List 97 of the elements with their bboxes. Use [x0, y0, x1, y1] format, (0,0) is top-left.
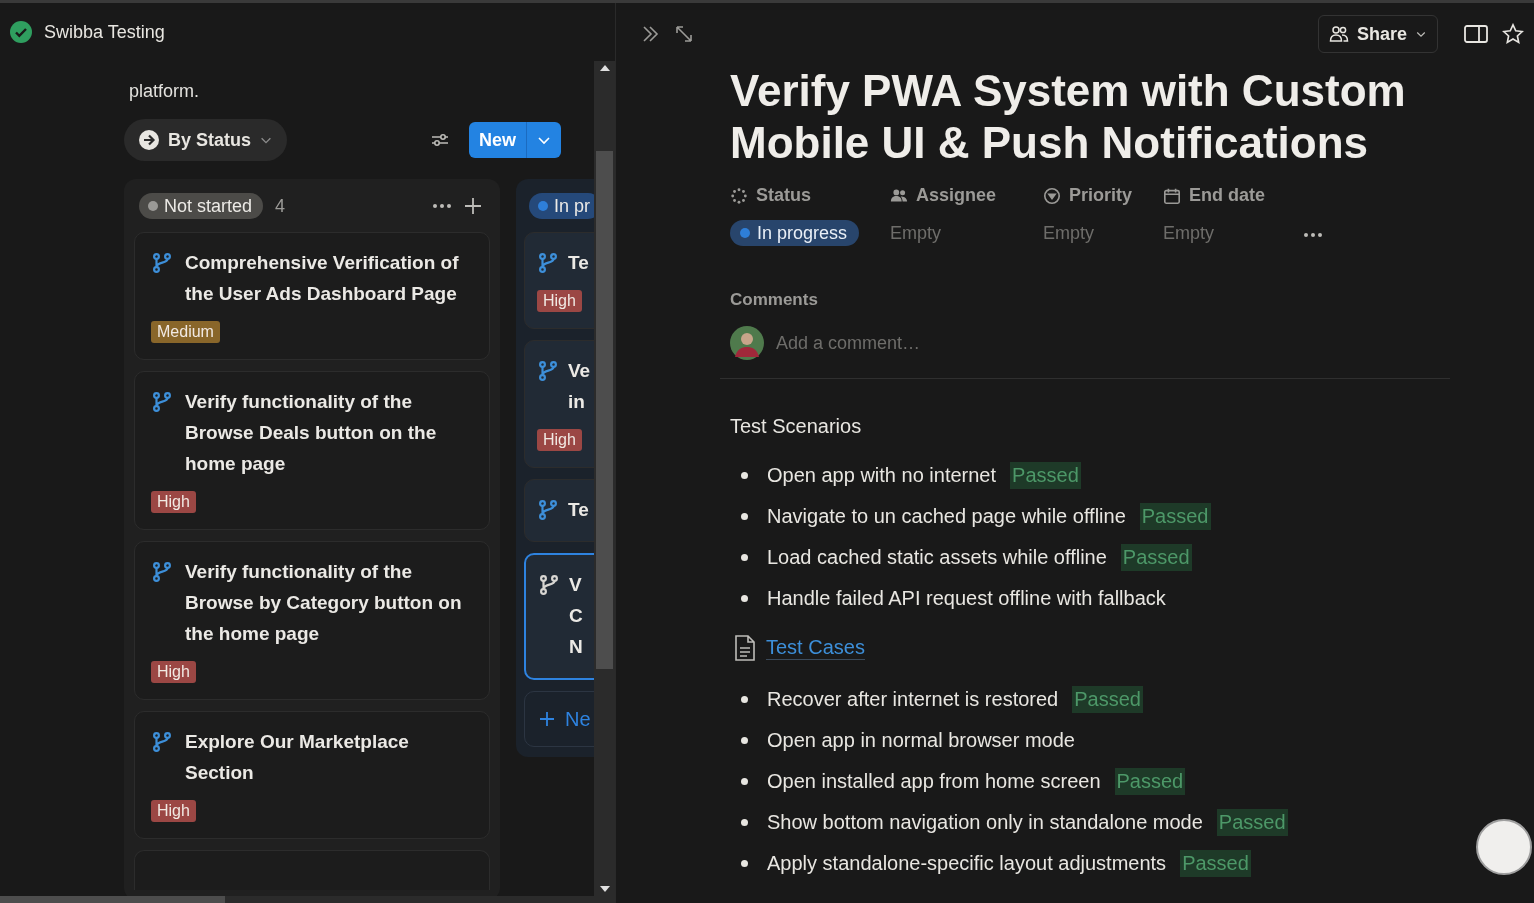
comments-label: Comments [730, 290, 819, 310]
card-title: Ve [568, 359, 591, 383]
card-title: Comprehensive Verification of the User Ads Dashboard Page [185, 251, 460, 306]
branch-icon [538, 574, 560, 596]
list-item: Handle failed API request offline with fallback [767, 587, 1166, 610]
priority-tag: High [537, 429, 582, 451]
loading-icon [730, 186, 748, 205]
check-circle-icon [10, 21, 32, 43]
section-heading: Test Scenarios [730, 415, 863, 439]
document-icon [734, 635, 756, 661]
scrollbar[interactable] [0, 896, 615, 903]
status-tag: Not started [139, 193, 264, 219]
bullet-icon [741, 513, 748, 520]
group-by-button[interactable]: By Status [124, 119, 288, 161]
side-panel-icon[interactable] [1464, 24, 1488, 44]
priority-tag: High [151, 661, 196, 683]
property-label: Assignee [890, 185, 1043, 206]
star-icon[interactable] [1502, 23, 1524, 45]
workspace-name[interactable]: Swibba Testing [44, 21, 165, 43]
bullet-icon [741, 696, 748, 703]
expand-icon[interactable] [674, 24, 694, 44]
calendar-icon [1163, 186, 1181, 205]
status-tag: In pr [529, 193, 594, 219]
arrow-right-circle-icon [138, 129, 160, 151]
more-icon[interactable] [432, 203, 452, 209]
people-icon [1328, 24, 1349, 44]
property-label: Status [730, 185, 890, 206]
scroll-up-icon [599, 65, 610, 71]
card-title: Verify functionality of the Browse by Category button on the home page [185, 560, 463, 646]
card-title: in [568, 390, 586, 414]
task-card[interactable]: Verify functionality of the Browse by Category button on the home page High [134, 541, 490, 700]
task-card[interactable]: Ve in High [524, 340, 594, 468]
page-title: Verify PWA System with Custom Mobile UI & Push Notifications [730, 65, 1407, 169]
bullet-icon [741, 778, 748, 785]
branch-icon [537, 252, 559, 274]
bullet-icon [741, 472, 748, 479]
comment-field[interactable]: Add a comment… [774, 331, 1450, 355]
bullet-icon [741, 819, 748, 826]
card-title: V [569, 573, 583, 597]
branch-icon [537, 360, 559, 382]
task-card[interactable]: Te High [524, 232, 594, 329]
card-title: Te [568, 251, 589, 275]
branch-icon [151, 731, 173, 753]
branch-icon [151, 391, 173, 413]
bullet-icon [741, 860, 748, 867]
branch-icon [537, 499, 559, 521]
property-label: End date [1163, 185, 1303, 206]
result-highlight: Passed [1120, 544, 1192, 571]
result-highlight: Passed [1072, 686, 1143, 713]
list-item: Load cached static assets while offline [767, 546, 1107, 569]
priority-tag: High [537, 290, 582, 312]
priority-tag: High [151, 800, 196, 822]
task-card[interactable]: Comprehensive Verification of the User Ads Dashboard Page Medium [134, 232, 490, 360]
result-highlight: Passed [1180, 850, 1251, 877]
avatar [730, 326, 764, 360]
bullet-icon [741, 737, 748, 744]
double-chevron-icon[interactable] [640, 24, 660, 44]
list-item: Open app in normal browser mode [767, 729, 1075, 752]
priority-tag: Medium [151, 321, 220, 343]
bullet-icon [741, 554, 748, 561]
card-title: Verify functionality of the Browse Deals button on the home page [185, 390, 438, 476]
branch-icon [151, 252, 173, 274]
scroll-down-icon [599, 886, 610, 892]
share-button[interactable]: Share [1317, 15, 1438, 53]
task-card[interactable]: Explore Our Marketplace Section High [134, 711, 490, 839]
card-count: 4 [275, 195, 286, 217]
list-item: Show bottom navigation only in standalone mode [767, 811, 1203, 834]
result-highlight: Passed [1139, 503, 1211, 530]
property-label: Priority [1043, 185, 1163, 206]
card-title: C [569, 604, 583, 628]
card-title: Te [568, 498, 589, 522]
priority-tag: High [151, 491, 196, 513]
card-title: Explore Our Marketplace Section [185, 730, 410, 785]
result-highlight: Passed [1114, 768, 1186, 795]
task-card[interactable]: Verify functionality of the Browse Deals button on the home page High [134, 371, 490, 530]
dropdown-circle-icon [1043, 186, 1061, 205]
task-card[interactable]: V C N [524, 553, 594, 680]
plus-icon [539, 711, 555, 727]
list-item: Open installed app from home screen [767, 770, 1101, 793]
assistant-icon[interactable] [1476, 819, 1532, 875]
bullet-icon [741, 595, 748, 602]
task-card[interactable]: Te [524, 479, 594, 542]
list-item: Navigate to un cached page while offline [767, 505, 1126, 528]
list-item: Recover after internet is restored [767, 688, 1059, 711]
description-text: platform. [128, 80, 201, 103]
list-item: Apply standalone-specific layout adjustments [767, 852, 1167, 875]
branch-icon [151, 561, 173, 583]
list-item: Open app with no internet [767, 464, 997, 487]
plus-icon[interactable] [464, 197, 482, 215]
page-link[interactable]: Test Cases [766, 636, 865, 660]
scrollbar[interactable] [594, 61, 615, 896]
result-highlight: Passed [1010, 462, 1081, 489]
card-title: N [569, 635, 583, 659]
status-tag[interactable]: In progress [730, 220, 860, 246]
new-button[interactable]: New [469, 122, 527, 158]
new-menu-button[interactable] [527, 122, 561, 158]
result-highlight: Passed [1216, 809, 1288, 836]
